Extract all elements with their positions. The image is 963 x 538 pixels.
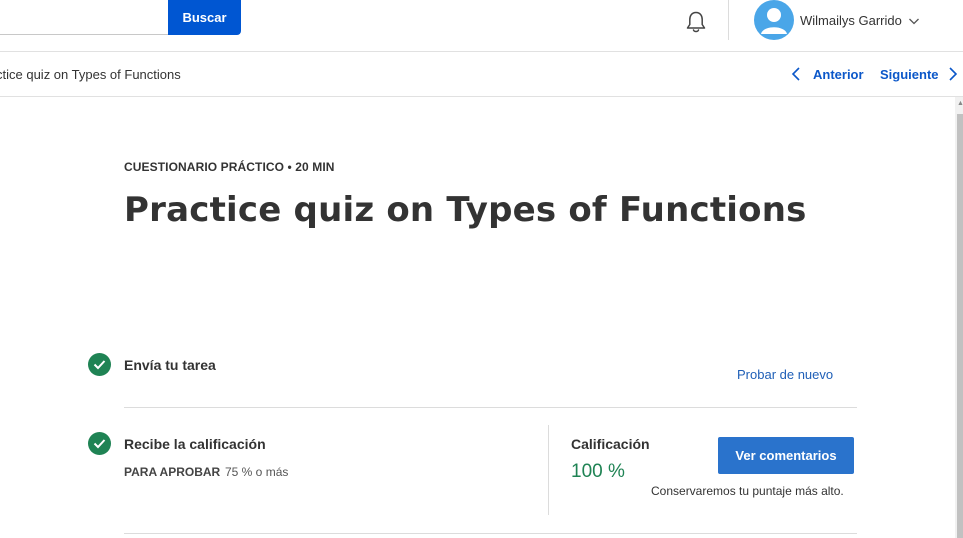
- scrollbar-thumb[interactable]: [957, 114, 963, 538]
- bell-icon[interactable]: [683, 9, 709, 35]
- divider: [124, 407, 857, 408]
- divider: [124, 533, 857, 534]
- step-submit-title: Envía tu tarea: [124, 357, 216, 373]
- search-button[interactable]: Buscar: [168, 0, 241, 35]
- previous-link[interactable]: Anterior: [813, 67, 864, 82]
- chevron-down-icon[interactable]: [908, 14, 920, 26]
- checkmark-icon: [88, 353, 111, 376]
- checkmark-icon: [88, 432, 111, 455]
- scroll-up-arrow-icon[interactable]: ▲: [957, 100, 963, 108]
- grade-value: 100 %: [571, 461, 625, 482]
- pass-requirement-value: 75 % o más: [225, 465, 289, 479]
- grade-label: Calificación: [571, 436, 650, 452]
- lesson-nav-bar: ctice quiz on Types of Functions Anterio…: [0, 52, 963, 97]
- page-title: Practice quiz on Types of Functions: [124, 190, 807, 230]
- chevron-left-icon[interactable]: [790, 66, 802, 82]
- step-grade-title: Recibe la calificación: [124, 436, 266, 452]
- highest-score-note: Conservaremos tu puntaje más alto.: [651, 484, 844, 498]
- user-avatar-icon[interactable]: [754, 0, 794, 40]
- next-link[interactable]: Siguiente: [880, 67, 939, 82]
- search-input[interactable]: [0, 0, 168, 35]
- header-divider: [728, 0, 729, 40]
- breadcrumb: ctice quiz on Types of Functions: [0, 67, 181, 82]
- quiz-meta: CUESTIONARIO PRÁCTICO • 20 MIN: [124, 160, 335, 174]
- retry-link[interactable]: Probar de nuevo: [737, 367, 833, 382]
- view-feedback-button[interactable]: Ver comentarios: [718, 437, 854, 474]
- top-header: Buscar Wilmailys Garrido: [0, 0, 963, 52]
- pass-requirement-label: PARA APROBAR: [124, 465, 221, 479]
- chevron-right-icon[interactable]: [947, 66, 959, 82]
- vertical-divider: [548, 425, 549, 515]
- user-name[interactable]: Wilmailys Garrido: [800, 13, 902, 28]
